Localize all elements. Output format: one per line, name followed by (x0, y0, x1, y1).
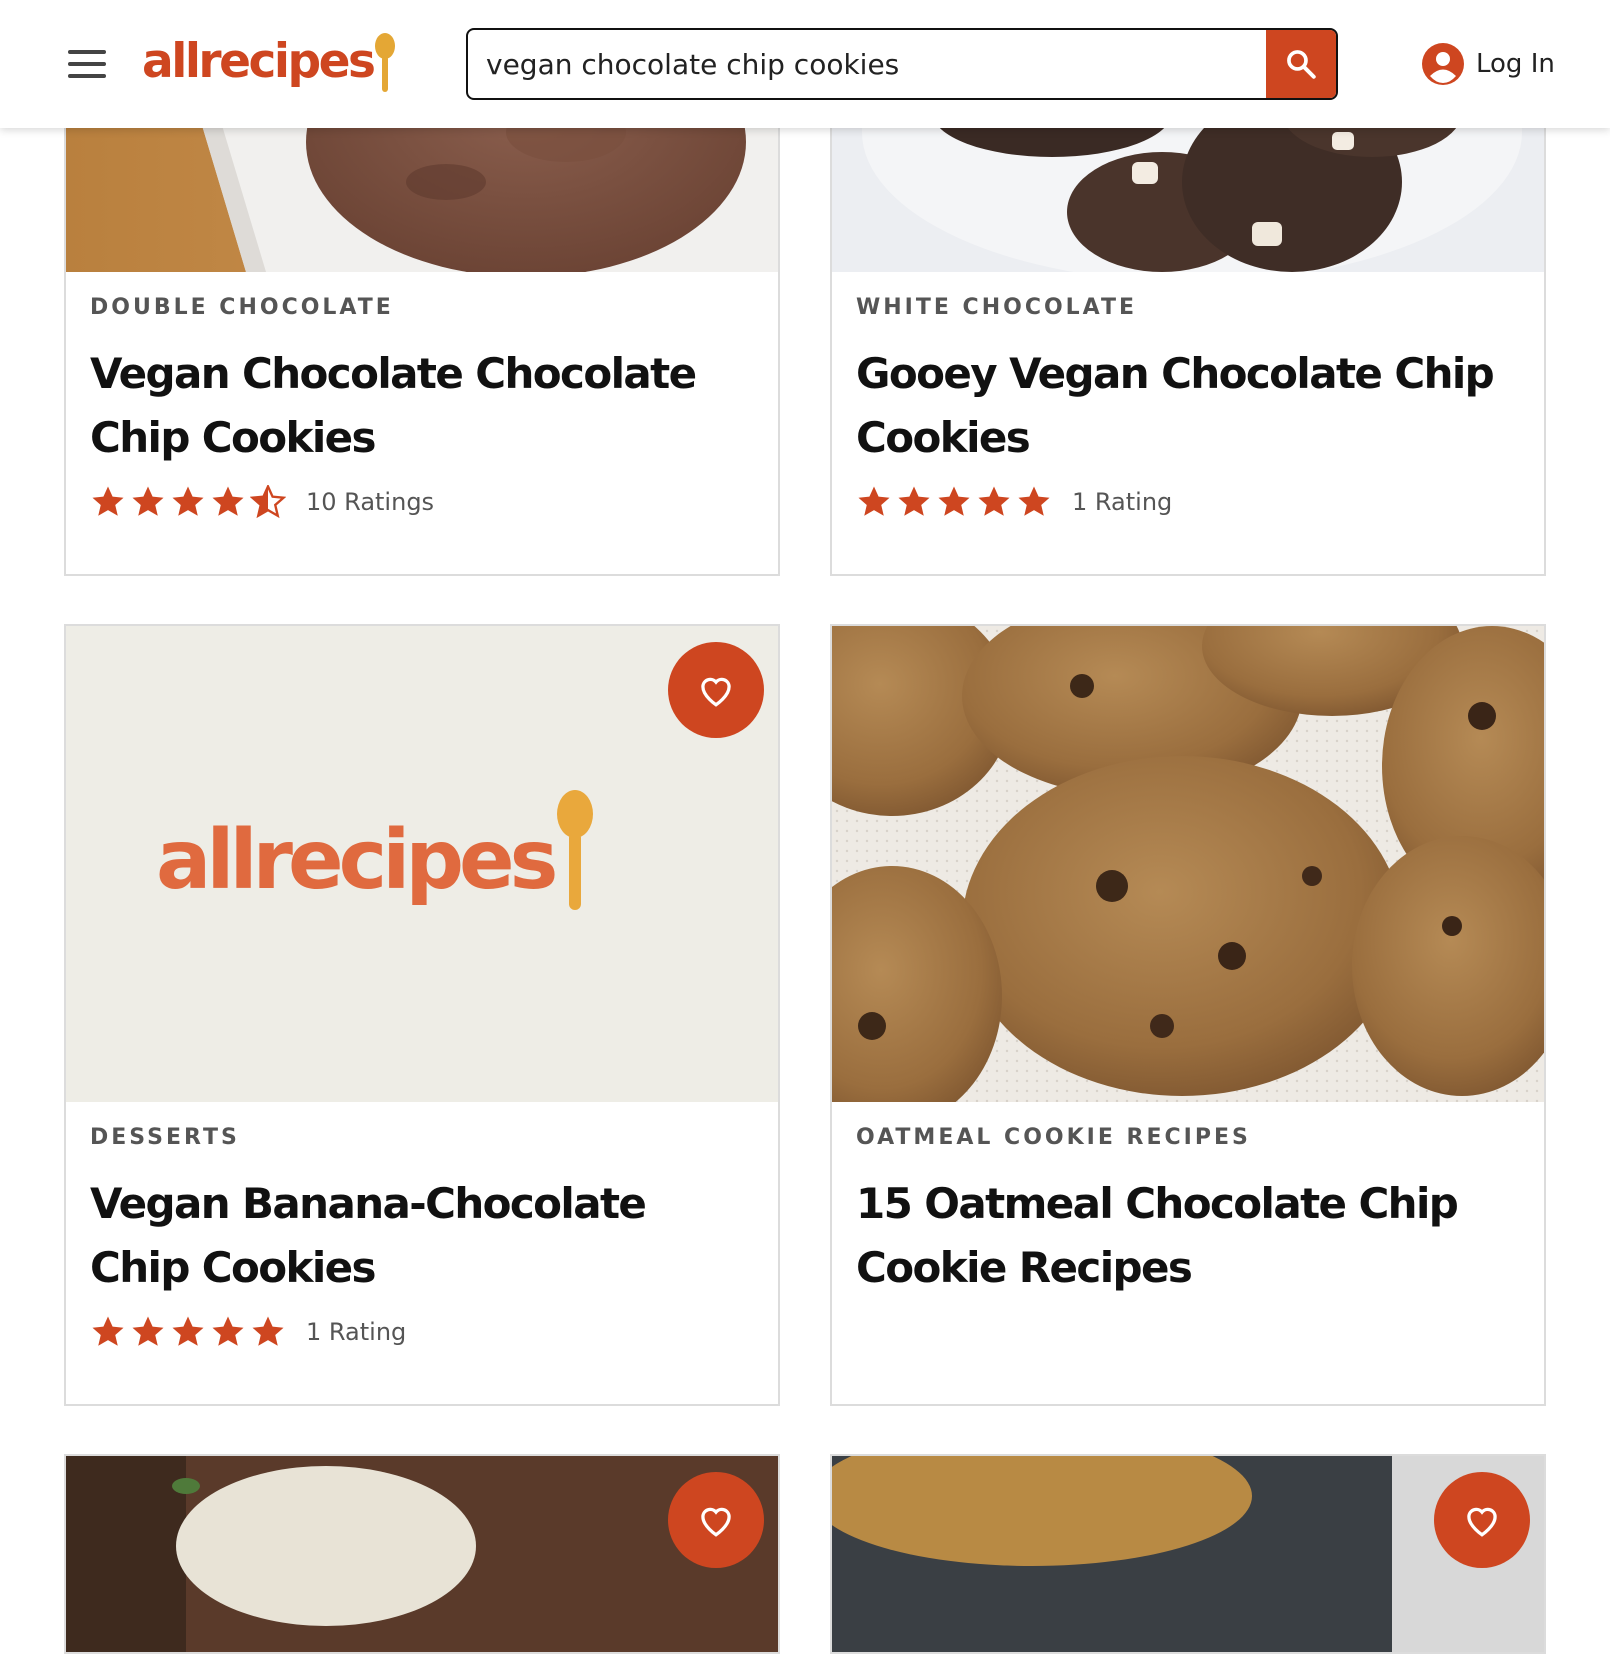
recipe-card[interactable]: allrecipes DESSERTS Vegan Banana-Chocola… (64, 624, 780, 1406)
recipe-card[interactable] (64, 1454, 780, 1654)
logo-text: allrecipes (142, 34, 376, 89)
placeholder-logo-text: allrecipes (156, 813, 558, 908)
login-label: Log In (1476, 49, 1555, 79)
rating-stars (90, 485, 290, 519)
rating-stars (90, 1315, 290, 1349)
save-favorite-button[interactable] (668, 642, 764, 738)
recipe-category: OATMEAL COOKIE RECIPES (856, 1125, 1251, 1150)
search-button[interactable] (1266, 30, 1336, 98)
recipe-category: DESSERTS (90, 1125, 240, 1150)
rating-count: 10 Ratings (306, 488, 435, 516)
recipe-category: WHITE CHOCOLATE (856, 295, 1138, 320)
recipe-card[interactable]: OATMEAL COOKIE RECIPES 15 Oatmeal Chocol… (830, 624, 1546, 1406)
heart-outline-icon (701, 677, 731, 707)
login-button[interactable]: Log In (1422, 42, 1555, 86)
search-icon (1287, 50, 1316, 79)
recipe-image (66, 1456, 778, 1652)
star-icon (132, 1316, 164, 1346)
star-icon (898, 486, 930, 516)
recipe-title: 15 Oatmeal Chocolate Chip Cookie Recipes (856, 1179, 1459, 1292)
recipe-title: Vegan Banana-Chocolate Chip Cookies (90, 1179, 647, 1292)
search-bar (466, 28, 1338, 100)
user-circle-icon (1422, 43, 1464, 85)
spoon-icon (375, 33, 396, 92)
star-icon (858, 486, 890, 516)
star-icon (92, 1316, 124, 1346)
recipe-card[interactable]: DOUBLE CHOCOLATE Vegan Chocolate Chocola… (64, 70, 780, 576)
recipe-rating: 10 Ratings (90, 482, 754, 522)
spoon-icon (557, 790, 594, 910)
recipe-category: DOUBLE CHOCOLATE (90, 295, 394, 320)
recipe-rating: 1 Rating (90, 1312, 754, 1352)
site-logo[interactable]: allrecipes (142, 26, 396, 98)
menu-icon[interactable] (68, 50, 106, 78)
star-icon (132, 486, 164, 516)
star-icon (92, 486, 124, 516)
placeholder-logo: allrecipes (156, 790, 595, 926)
star-icon (212, 486, 244, 516)
recipe-title: Vegan Chocolate Chocolate Chip Cookies (90, 349, 697, 462)
star-icon (938, 486, 970, 516)
star-icon (172, 1316, 204, 1346)
save-favorite-button[interactable] (668, 1472, 764, 1568)
rating-stars (856, 485, 1056, 519)
save-favorite-button[interactable] (1434, 1472, 1530, 1568)
rating-count: 1 Rating (1072, 488, 1173, 516)
recipe-card[interactable]: WHITE CHOCOLATE Gooey Vegan Chocolate Ch… (830, 70, 1546, 576)
site-header: allrecipes Log In (0, 0, 1610, 128)
heart-outline-icon (701, 1507, 731, 1537)
star-icon (172, 486, 204, 516)
star-half-icon (250, 485, 286, 519)
star-icon (212, 1316, 244, 1346)
star-icon (978, 486, 1010, 516)
heart-outline-icon (1467, 1507, 1497, 1537)
star-icon (1018, 486, 1050, 516)
search-input[interactable] (468, 30, 1268, 98)
recipe-title: Gooey Vegan Chocolate Chip Cookies (856, 349, 1495, 462)
star-icon (252, 1316, 284, 1346)
recipe-rating: 1 Rating (856, 482, 1520, 522)
recipe-image (832, 626, 1544, 1102)
recipe-card[interactable] (830, 1454, 1546, 1654)
rating-count: 1 Rating (306, 1318, 407, 1346)
recipe-image (832, 1456, 1544, 1652)
